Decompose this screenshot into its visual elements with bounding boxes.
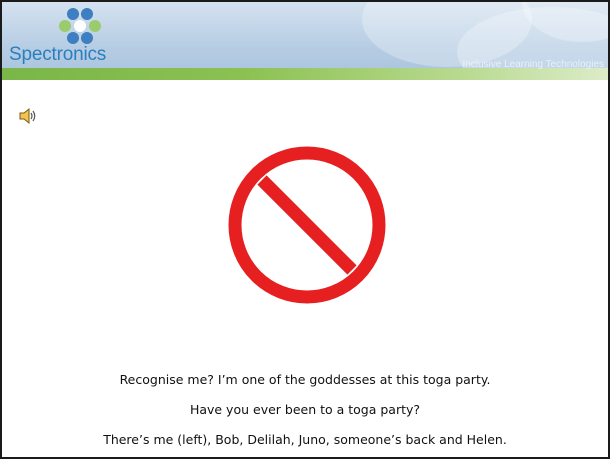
slide: Spectronics Inclusive Learning Technolog… xyxy=(0,0,610,459)
tagline: Inclusive Learning Technologies xyxy=(462,59,604,70)
caption-line-1: Recognise me? I’m one of the goddesses a… xyxy=(119,372,491,387)
caption-line-3: There’s me (left), Bob, Delilah, Juno, s… xyxy=(103,432,507,447)
caption-line-2: Have you ever been to a toga party? xyxy=(189,402,421,417)
flower-logo-icon xyxy=(59,8,101,44)
prohibited-sign-icon xyxy=(228,146,386,304)
logo-text: Spectronics xyxy=(9,44,107,65)
header-banner: Spectronics Inclusive Learning Technolog… xyxy=(2,2,608,80)
speaker-icon[interactable] xyxy=(17,106,39,126)
